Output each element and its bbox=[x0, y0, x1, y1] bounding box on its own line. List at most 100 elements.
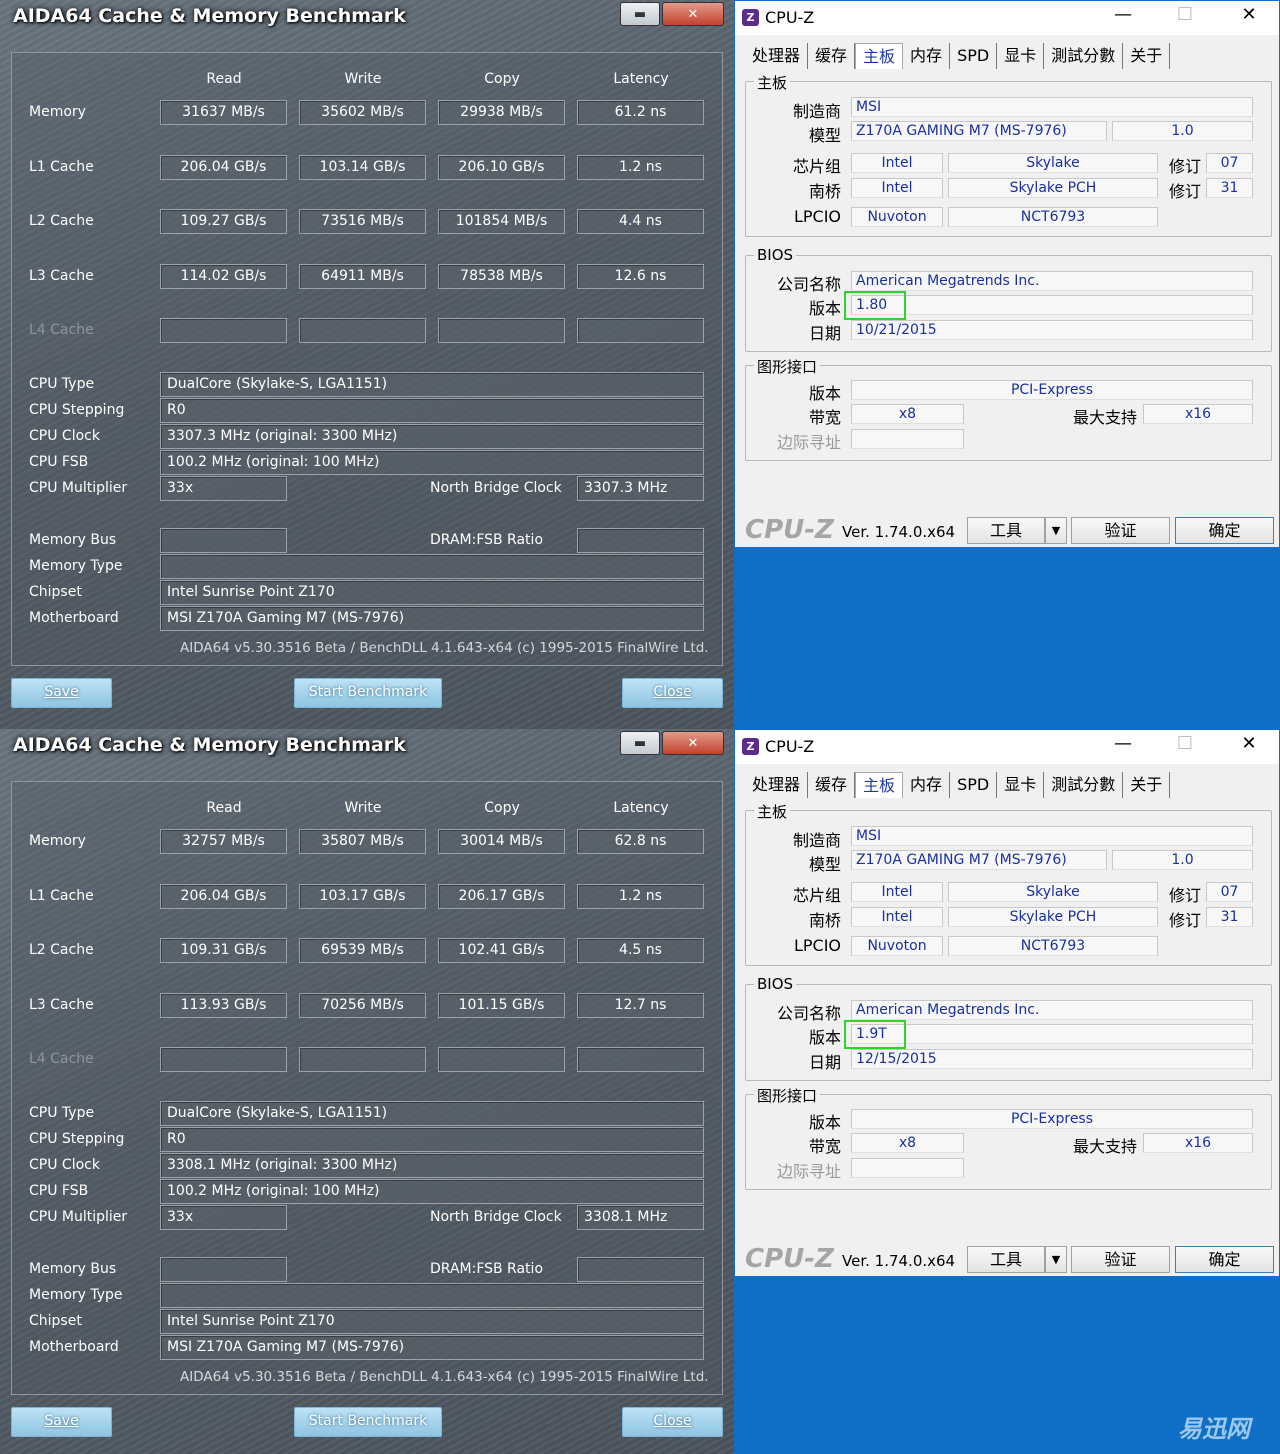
gfx-version-label: 版本 bbox=[808, 1113, 841, 1132]
validate-button[interactable]: 验证 bbox=[1071, 517, 1170, 544]
watermark-logo: 易迅网 bbox=[1178, 1415, 1250, 1443]
cpuz-window-title: CPU-Z bbox=[765, 8, 815, 27]
sb-vendor-field: Intel bbox=[851, 178, 943, 198]
chipset-rev-label: 修订 bbox=[1168, 157, 1201, 176]
benchmark-value: 103.14 GB/s bbox=[299, 155, 426, 180]
benchmark-value: 4.4 ns bbox=[577, 209, 704, 234]
gfx-width-field: x8 bbox=[851, 404, 964, 424]
dram-ratio-value bbox=[577, 1257, 704, 1282]
tools-button[interactable]: 工具 bbox=[967, 1246, 1045, 1273]
benchmark-value: 70256 MB/s bbox=[299, 993, 426, 1018]
tools-button[interactable]: 工具 bbox=[967, 517, 1045, 544]
memory-bus-value bbox=[160, 1257, 287, 1282]
sb-name-field: Skylake PCH bbox=[948, 178, 1158, 198]
motherboard-label: Motherboard bbox=[29, 610, 119, 626]
benchmark-value bbox=[438, 1047, 565, 1072]
chipset-label: Chipset bbox=[29, 1313, 82, 1329]
chipset-name-field: Skylake bbox=[948, 153, 1158, 173]
tab-1[interactable]: 缓存 bbox=[808, 43, 856, 69]
bios-group-title: BIOS bbox=[754, 246, 797, 264]
memory-type-label: Memory Type bbox=[29, 1287, 123, 1303]
tab-3[interactable]: 内存 bbox=[903, 772, 951, 798]
aida-version-footer: AIDA64 v5.30.3516 Beta / BenchDLL 4.1.64… bbox=[180, 1369, 709, 1385]
cpu-multiplier-value: 33x bbox=[160, 1205, 287, 1230]
ok-button[interactable]: 确定 bbox=[1175, 1246, 1274, 1273]
benchmark-value: 1.2 ns bbox=[577, 155, 704, 180]
aida64-window: AIDA64 Cache & Memory Benchmark ▬ ✕ Read Wri… bbox=[0, 0, 734, 729]
tab-5[interactable]: 显卡 bbox=[997, 772, 1045, 798]
sb-vendor-field: Intel bbox=[851, 907, 943, 927]
motherboard-value: MSI Z170A Gaming M7 (MS-7976) bbox=[160, 606, 704, 631]
aida-window-controls: ▬ ✕ bbox=[618, 2, 724, 26]
aida-window-title: AIDA64 Cache & Memory Benchmark bbox=[13, 734, 406, 756]
minimize-icon[interactable]: — bbox=[1103, 4, 1143, 25]
benchmark-value: 62.8 ns bbox=[577, 829, 704, 854]
mainboard-group-title: 主板 bbox=[754, 72, 791, 93]
maximize-icon[interactable]: ☐ bbox=[1165, 4, 1205, 25]
model-label: 模型 bbox=[808, 855, 841, 874]
cpu-type-value: DualCore (Skylake-S, LGA1151) bbox=[160, 1101, 704, 1126]
tab-4[interactable]: SPD bbox=[950, 772, 998, 798]
cpu-multiplier-label: CPU Multiplier bbox=[29, 480, 128, 496]
row-label: L1 Cache bbox=[29, 159, 94, 175]
save-button[interactable]: Save bbox=[11, 1407, 112, 1437]
close-window-button[interactable]: ✕ bbox=[662, 731, 724, 755]
close-window-button[interactable]: ✕ bbox=[662, 2, 724, 26]
cpu-type-label: CPU Type bbox=[29, 376, 95, 392]
motherboard-value: MSI Z170A Gaming M7 (MS-7976) bbox=[160, 1335, 704, 1360]
screen-2: AIDA64 Cache & Memory Benchmark ▬ ✕ Read Wri… bbox=[0, 729, 1280, 1454]
chipset-rev-field: 07 bbox=[1206, 882, 1253, 902]
tools-dropdown-icon[interactable]: ▼ bbox=[1045, 517, 1067, 544]
minimize-button[interactable]: ▬ bbox=[620, 2, 660, 26]
model-label: 模型 bbox=[808, 126, 841, 145]
start-benchmark-button[interactable]: Start Benchmark bbox=[294, 678, 442, 708]
benchmark-value: 109.31 GB/s bbox=[160, 938, 287, 963]
benchmark-value: 109.27 GB/s bbox=[160, 209, 287, 234]
close-button[interactable]: Close bbox=[622, 1407, 723, 1437]
save-button[interactable]: Save bbox=[11, 678, 112, 708]
tab-1[interactable]: 缓存 bbox=[808, 772, 856, 798]
close-icon[interactable]: ✕ bbox=[1229, 733, 1269, 754]
cpuz-app-icon: Z bbox=[742, 738, 759, 755]
close-icon[interactable]: ✕ bbox=[1229, 4, 1269, 25]
start-benchmark-button[interactable]: Start Benchmark bbox=[294, 1407, 442, 1437]
cpu-clock-value: 3307.3 MHz (original: 3300 MHz) bbox=[160, 424, 704, 449]
cpuz-window: Z CPU-Z — ☐ ✕ 处理器 缓存 主板 内存 SPD 显卡 測試分數 关于 主板 制造商 MSI 模型 Z… bbox=[734, 0, 1280, 548]
validate-button[interactable]: 验证 bbox=[1071, 1246, 1170, 1273]
model-rev-field: 1.0 bbox=[1112, 121, 1253, 141]
cpu-stepping-value: R0 bbox=[160, 1127, 704, 1152]
minimize-button[interactable]: ▬ bbox=[620, 731, 660, 755]
tab-5[interactable]: 显卡 bbox=[997, 43, 1045, 69]
tab-0[interactable]: 处理器 bbox=[745, 772, 809, 798]
memory-type-value bbox=[160, 554, 704, 579]
row-label: L2 Cache bbox=[29, 942, 94, 958]
tab-2[interactable]: 主板 bbox=[855, 43, 904, 69]
motherboard-label: Motherboard bbox=[29, 1339, 119, 1355]
model-rev-field: 1.0 bbox=[1112, 850, 1253, 870]
gfx-sideband-field bbox=[851, 429, 964, 449]
benchmark-value bbox=[577, 318, 704, 343]
tab-6[interactable]: 測試分數 bbox=[1044, 43, 1124, 69]
chipset-value: Intel Sunrise Point Z170 bbox=[160, 1309, 704, 1334]
cpu-clock-value: 3308.1 MHz (original: 3300 MHz) bbox=[160, 1153, 704, 1178]
gfx-sideband-label: 边际寻址 bbox=[776, 1162, 841, 1181]
minimize-icon[interactable]: — bbox=[1103, 733, 1143, 754]
column-header-copy: Copy bbox=[484, 71, 520, 87]
tab-6[interactable]: 測試分數 bbox=[1044, 772, 1124, 798]
tab-0[interactable]: 处理器 bbox=[745, 43, 809, 69]
tab-2[interactable]: 主板 bbox=[855, 772, 904, 798]
tab-4[interactable]: SPD bbox=[950, 43, 998, 69]
column-header-read: Read bbox=[206, 800, 242, 816]
lpcio-label: LPCIO bbox=[793, 207, 841, 226]
benchmark-value: 69539 MB/s bbox=[299, 938, 426, 963]
tab-7[interactable]: 关于 bbox=[1123, 43, 1171, 69]
ok-button[interactable]: 确定 bbox=[1175, 517, 1274, 544]
aida-window-title: AIDA64 Cache & Memory Benchmark bbox=[13, 5, 406, 27]
tab-7[interactable]: 关于 bbox=[1123, 772, 1171, 798]
row-label: L4 Cache bbox=[29, 1051, 94, 1067]
tools-dropdown-icon[interactable]: ▼ bbox=[1045, 1246, 1067, 1273]
aida64-window: AIDA64 Cache & Memory Benchmark ▬ ✕ Read Wri… bbox=[0, 729, 734, 1454]
close-button[interactable]: Close bbox=[622, 678, 723, 708]
maximize-icon[interactable]: ☐ bbox=[1165, 733, 1205, 754]
tab-3[interactable]: 内存 bbox=[903, 43, 951, 69]
